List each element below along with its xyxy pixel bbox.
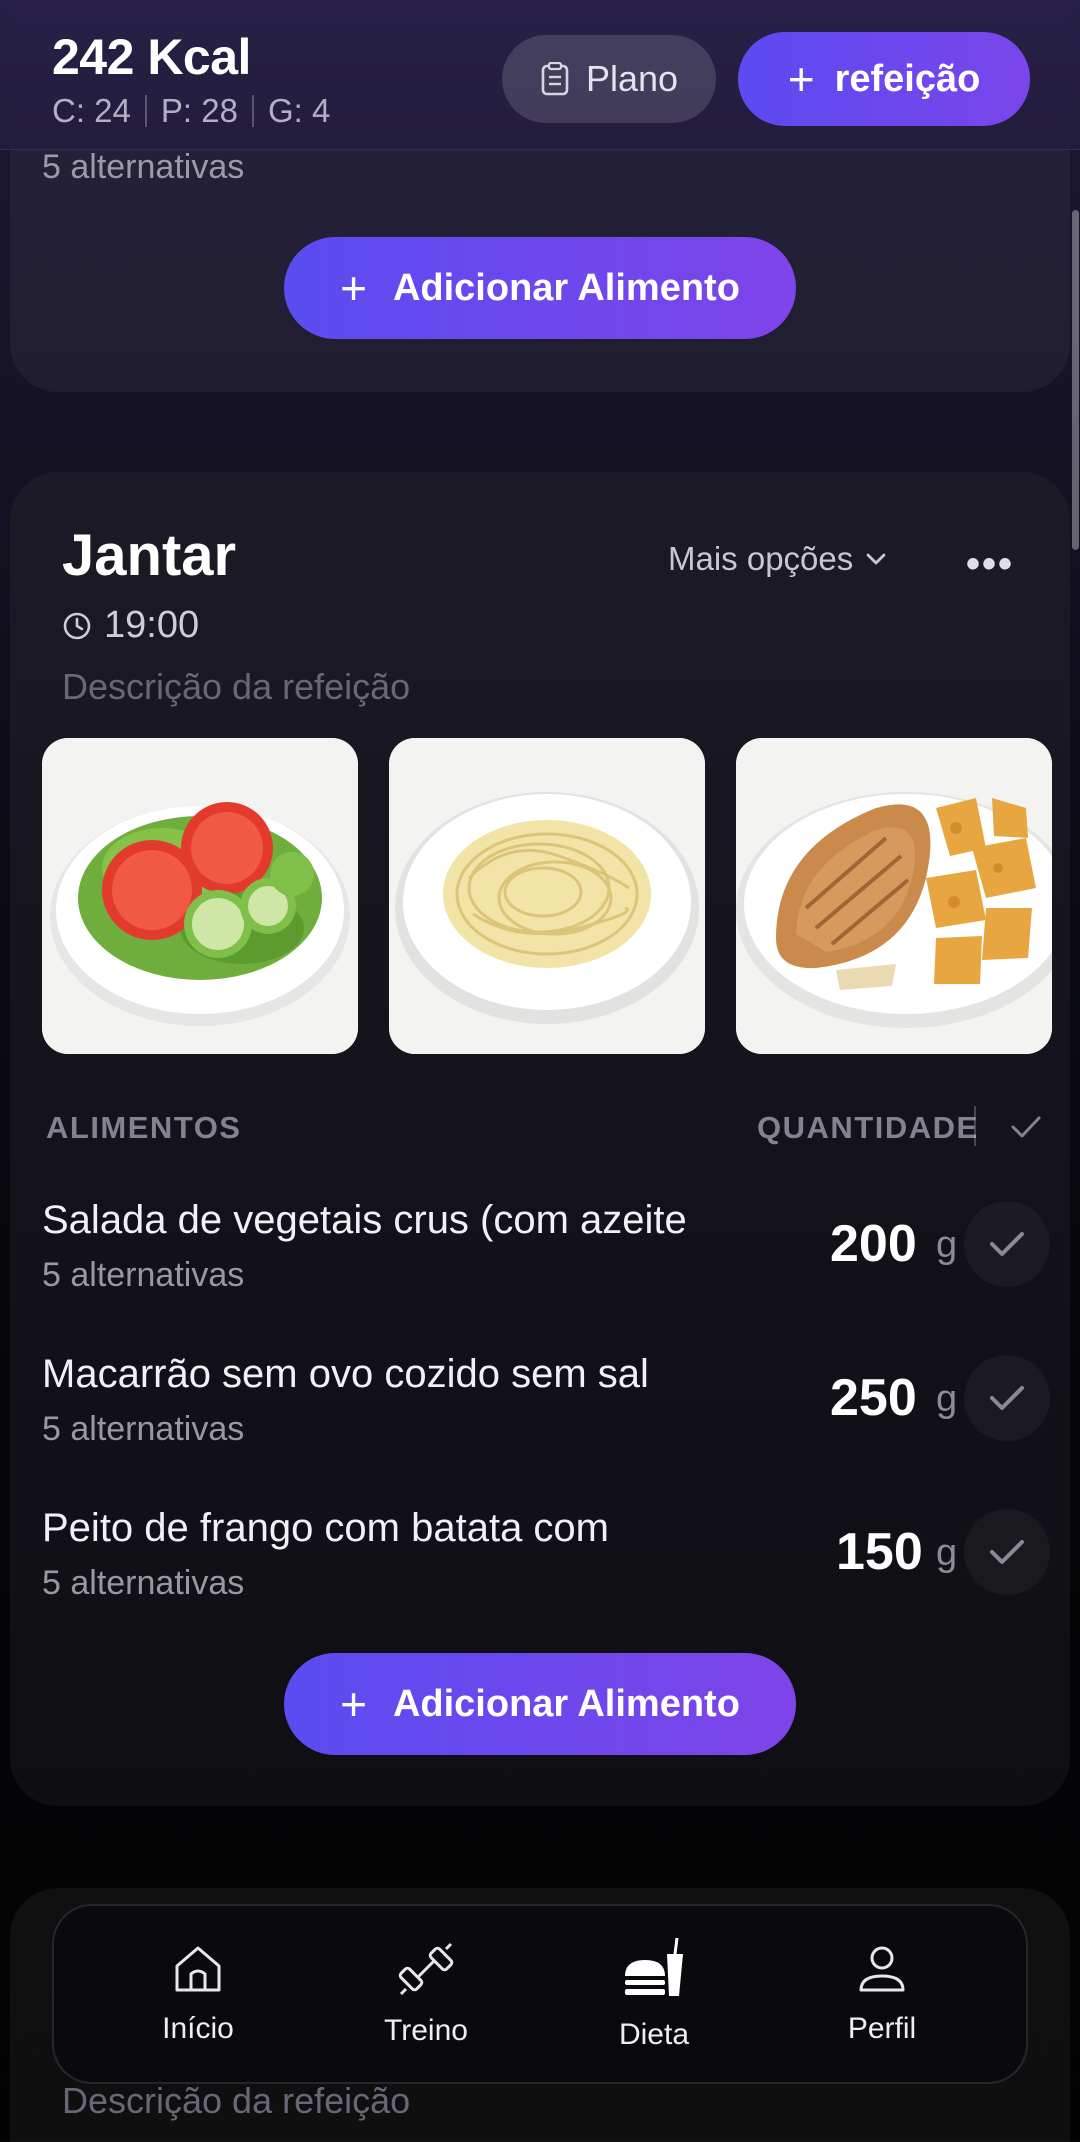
food-alternatives[interactable]: 5 alternativas bbox=[42, 1256, 244, 1295]
food-alternatives[interactable]: 5 alternativas bbox=[42, 1410, 244, 1449]
plus-icon: + bbox=[787, 53, 815, 105]
nav-label: Treino bbox=[384, 2014, 468, 2047]
nav-label: Perfil bbox=[847, 2012, 917, 2045]
chevron-down-icon bbox=[866, 553, 886, 565]
food-name[interactable]: Macarrão sem ovo cozido sem sal bbox=[42, 1352, 649, 1397]
plus-icon: + bbox=[340, 1678, 367, 1730]
nav-item-dieta[interactable]: Dieta bbox=[564, 1936, 744, 2052]
macro-divider bbox=[251, 95, 254, 127]
prev-add-food-button[interactable]: + Adicionar Alimento bbox=[284, 237, 796, 339]
nav-label: Dieta bbox=[618, 2018, 690, 2051]
meal-time[interactable]: 19:00 bbox=[62, 604, 199, 647]
check-icon bbox=[990, 1540, 1024, 1564]
quantity-column-header: QUANTIDADE bbox=[757, 1110, 979, 1145]
food-check-button[interactable] bbox=[964, 1355, 1050, 1441]
prev-food-alternatives[interactable]: 5 alternativas bbox=[42, 148, 244, 187]
macros-summary: C: 24 P: 28 G: 4 bbox=[52, 92, 330, 130]
add-food-label: Adicionar Alimento bbox=[392, 266, 740, 309]
add-food-label: Adicionar Alimento bbox=[392, 1682, 740, 1725]
plus-icon: + bbox=[340, 262, 367, 314]
burger-drink-icon bbox=[625, 1937, 683, 1996]
summary-header: 242 Kcal C: 24 P: 28 G: 4 Plano + refeiç… bbox=[0, 0, 1080, 150]
home-icon bbox=[175, 1946, 221, 1992]
food-check-button[interactable] bbox=[964, 1201, 1050, 1287]
check-icon bbox=[990, 1232, 1024, 1256]
bottom-navigation: Início Treino Dieta Perfil bbox=[52, 1904, 1028, 2084]
meal-description[interactable]: Descrição da refeição bbox=[62, 666, 410, 708]
food-quantity[interactable]: 250 bbox=[830, 1368, 917, 1428]
nav-item-inicio[interactable]: Início bbox=[108, 1942, 288, 2046]
check-all-icon[interactable] bbox=[1010, 1114, 1042, 1140]
foods-column-header: ALIMENTOS bbox=[46, 1110, 242, 1145]
add-meal-button[interactable]: + refeição bbox=[738, 32, 1030, 126]
plano-label: Plano bbox=[585, 58, 679, 99]
food-unit: g bbox=[936, 1378, 958, 1420]
pasta-image[interactable] bbox=[389, 738, 705, 1054]
more-options-label: Mais opções bbox=[668, 540, 854, 577]
plano-button[interactable]: Plano bbox=[502, 35, 716, 123]
more-menu-icon[interactable]: ••• bbox=[966, 542, 1014, 587]
person-icon bbox=[859, 1946, 905, 1992]
food-unit: g bbox=[936, 1532, 958, 1574]
food-unit: g bbox=[936, 1224, 958, 1266]
food-alternatives[interactable]: 5 alternativas bbox=[42, 1564, 244, 1603]
macro-protein: P: 28 bbox=[160, 92, 238, 129]
check-icon bbox=[990, 1386, 1024, 1410]
food-quantity[interactable]: 200 bbox=[830, 1214, 917, 1274]
add-food-button[interactable]: + Adicionar Alimento bbox=[284, 1653, 796, 1755]
chicken-potato-image[interactable] bbox=[736, 738, 1052, 1054]
food-name[interactable]: Salada de vegetais crus (com azeite bbox=[42, 1198, 687, 1243]
macro-divider bbox=[144, 95, 147, 127]
meal-title: Jantar bbox=[62, 523, 237, 588]
nav-item-perfil[interactable]: Perfil bbox=[792, 1942, 972, 2046]
total-kcal: 242 Kcal bbox=[52, 29, 251, 85]
macro-carbs: C: 24 bbox=[52, 92, 131, 129]
food-name[interactable]: Peito de frango com batata com bbox=[42, 1506, 609, 1551]
clock-icon bbox=[63, 612, 91, 639]
dumbbell-icon bbox=[398, 1942, 454, 1996]
food-check-button[interactable] bbox=[964, 1509, 1050, 1595]
next-meal-description[interactable]: Descrição da refeição bbox=[62, 2080, 410, 2122]
scrollbar[interactable] bbox=[1072, 210, 1079, 550]
macro-fat: G: 4 bbox=[267, 92, 331, 129]
meal-time-value: 19:00 bbox=[104, 604, 200, 646]
salad-image[interactable] bbox=[42, 738, 358, 1054]
nav-item-treino[interactable]: Treino bbox=[336, 1940, 516, 2048]
nav-label: Início bbox=[162, 2012, 234, 2045]
add-meal-label: refeição bbox=[834, 57, 981, 100]
column-divider bbox=[974, 1106, 976, 1146]
clipboard-icon bbox=[541, 62, 569, 96]
food-quantity[interactable]: 150 bbox=[836, 1522, 923, 1582]
more-options-dropdown[interactable]: Mais opções bbox=[668, 540, 887, 578]
